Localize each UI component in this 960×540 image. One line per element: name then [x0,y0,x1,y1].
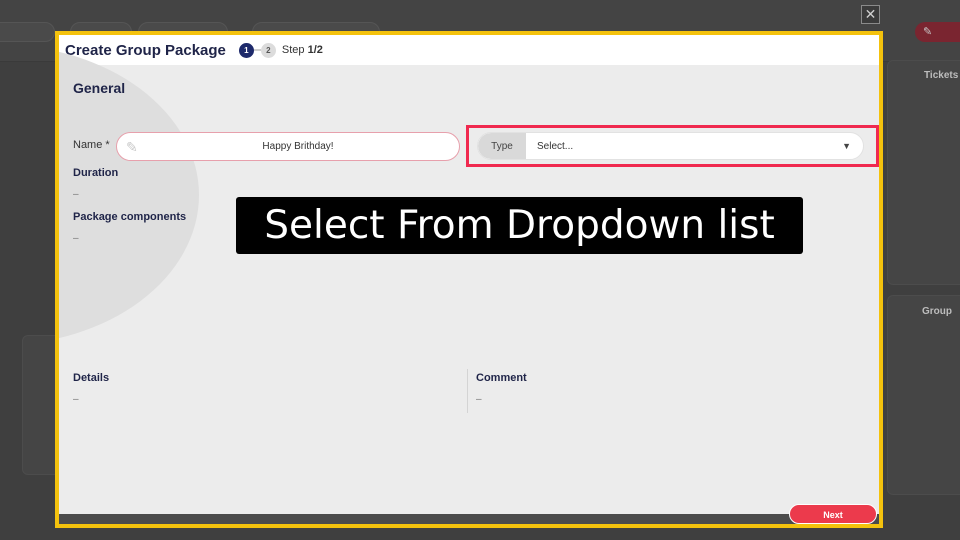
step-text-label: Step [281,44,308,56]
type-dropdown[interactable]: Type Select... ▼ [477,132,864,160]
instruction-banner: Select From Dropdown list [236,197,803,254]
step-connector [253,49,261,51]
name-input[interactable]: ✎ Happy Brithday! [116,132,460,161]
duration-value: – [73,189,79,200]
type-dropdown-tag: Type [478,133,526,159]
background-card [887,60,960,285]
modal-header: Create Group Package 1 2 Step 1/2 [59,35,879,65]
background-card [887,295,960,495]
background-search [0,22,55,42]
background-label-tickets: Tickets [924,70,959,81]
close-icon[interactable]: ✕ [861,5,880,24]
step-2-indicator: 2 [260,42,276,58]
step-indicator: 1 2 Step 1/2 [238,42,323,58]
modal-footer [59,514,879,524]
pencil-icon: ✎ [126,139,138,155]
step-1-indicator: 1 [238,42,254,58]
package-components-label: Package components [73,211,187,223]
background-label-group: Group [922,306,952,317]
column-divider [467,369,468,413]
duration-label: Duration [73,167,119,179]
comment-label: Comment [476,372,527,384]
step-text-value: 1/2 [307,44,323,56]
name-input-value: Happy Brithday! [262,141,334,152]
modal-title: Create Group Package [65,41,226,59]
type-highlight-frame: Type Select... ▼ [466,125,879,167]
next-button[interactable]: Next [789,504,877,524]
wrench-icon: ✎ [923,26,933,38]
caret-down-icon: ▼ [842,141,851,151]
background-action-button: ✎ [915,22,960,42]
details-value: – [73,394,79,405]
details-label: Details [73,372,110,384]
modal-body: General Name * ✎ Happy Brithday! Type Se… [59,45,879,524]
comment-value: – [476,394,482,405]
package-components-value: – [73,233,79,244]
name-label: Name * [73,139,110,151]
section-title-general: General [73,80,126,96]
create-group-package-modal: Create Group Package 1 2 Step 1/2 Genera… [55,31,883,528]
type-dropdown-value: Select... [537,140,574,152]
step-text: Step 1/2 [282,44,323,56]
